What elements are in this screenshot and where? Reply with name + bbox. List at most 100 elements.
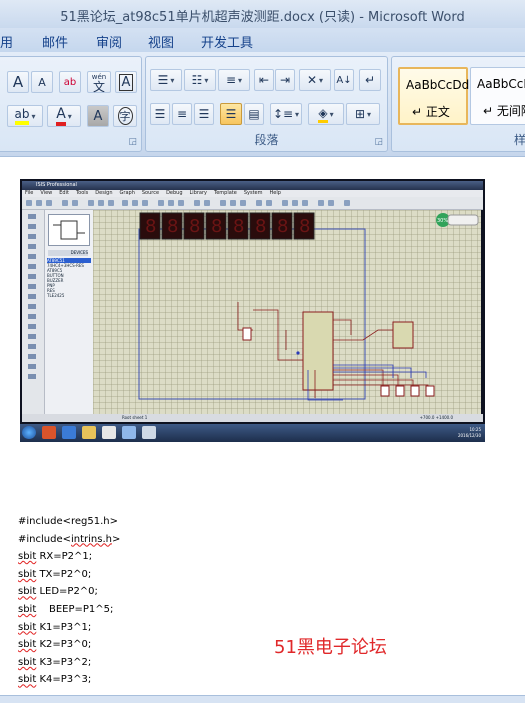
char-border-button[interactable]: A	[115, 71, 137, 93]
tool-icon	[28, 234, 36, 239]
title-bar: 51黑论坛_at98c51单片机超声波测距.docx (只读) - Micros…	[0, 0, 525, 28]
bullets-icon: ☰	[157, 73, 169, 87]
sheet-status: Root sheet 1	[122, 415, 148, 420]
line-spacing-icon: ↕≡	[272, 107, 294, 121]
tool-icon	[28, 214, 36, 219]
tool-icon	[26, 200, 32, 206]
sort-icon: A↓	[336, 74, 352, 86]
multilevel-list-button[interactable]: ≡ ▾	[218, 69, 250, 91]
tool-icon	[36, 200, 42, 206]
style-no-spacing-name: ↵ 无间隔	[483, 102, 525, 119]
chevron-down-icon: ▾	[319, 75, 324, 85]
phonetic-guide-button[interactable]: wén 文	[87, 71, 111, 93]
shading-button[interactable]: ◈ ▾	[308, 103, 344, 125]
style-normal[interactable]: AaBbCcDd ↵ 正文	[398, 67, 469, 125]
styles-group: AaBbCcDd ↵ 正文 AaBbCcD ↵ 无间隔 样	[391, 56, 525, 152]
code-line: sbit K3=P3^2;	[18, 656, 92, 668]
svg-text:8: 8	[145, 216, 156, 237]
distributed-icon: ▤	[248, 107, 260, 121]
chinese-layout-button[interactable]: ✕ ▾	[299, 69, 331, 91]
code-line: #include<intrins.h>	[18, 533, 121, 545]
clear-format-button[interactable]: ab	[59, 71, 81, 93]
chevron-down-icon: ▾	[67, 111, 72, 121]
highlight-button[interactable]: ab ▾	[7, 105, 43, 127]
tab-use[interactable]: 用	[0, 32, 13, 51]
decrease-indent-button[interactable]: ⇤	[254, 69, 274, 91]
tool-icon	[318, 200, 324, 206]
increase-indent-button[interactable]: ⇥	[275, 69, 295, 91]
show-marks-button[interactable]: ↵	[359, 69, 381, 91]
borders-button[interactable]: ⊞ ▾	[346, 103, 380, 125]
paragraph-group-label: 段落	[254, 133, 279, 147]
line-spacing-button[interactable]: ↕≡ ▾	[270, 103, 302, 125]
code-line: sbit K2=P3^0;	[18, 639, 92, 651]
isis-taskbar-icon	[122, 426, 136, 439]
phonetic-guide-icon: wén 文	[91, 73, 107, 94]
tab-mailings[interactable]: 邮件	[42, 32, 68, 51]
code-line: sbit LED=P2^0;	[18, 586, 98, 598]
tool-icon	[28, 284, 36, 289]
shrink-font-button[interactable]: A	[31, 71, 53, 93]
font-color-icon: A	[56, 106, 66, 126]
sensor-module	[392, 321, 414, 349]
document-page[interactable]: ISIS Professional File View Edit Tools Desig…	[0, 157, 525, 703]
style-no-spacing-label: 无间隔	[496, 104, 525, 118]
start-orb-icon	[22, 426, 36, 439]
distributed-button[interactable]: ▤	[244, 103, 264, 125]
browser-icon	[62, 426, 76, 439]
tool-icon	[142, 200, 148, 206]
tool-icon	[28, 294, 36, 299]
watermark-text: 51黑电子论坛	[274, 637, 387, 658]
tab-review[interactable]: 审阅	[96, 32, 122, 51]
svg-text:8: 8	[299, 216, 310, 237]
ribbon-tabs: 用 邮件 审阅 视图 开发工具	[0, 28, 525, 52]
windows-taskbar: 10:25 2016/12/30	[20, 424, 485, 442]
tab-view[interactable]: 视图	[148, 32, 174, 51]
sort-button[interactable]: A↓	[334, 69, 354, 91]
tool-icon	[204, 200, 210, 206]
isis-status-bar: Root sheet 1 +700.0 +1400.0	[22, 414, 483, 422]
isis-overview-preview	[48, 214, 90, 246]
justify-button[interactable]: ☰	[220, 103, 242, 125]
tool-icon	[122, 200, 128, 206]
align-right-button[interactable]: ☰	[194, 103, 214, 125]
grow-font-button[interactable]: A	[7, 71, 29, 93]
tool-icon	[230, 200, 236, 206]
bullets-button[interactable]: ☰ ▾	[150, 69, 182, 91]
tool-icon	[28, 374, 36, 379]
style-normal-name: ↵ 正文	[412, 105, 450, 119]
zoom-badge: 30%	[437, 218, 448, 224]
cursor-coords: +700.0 +1400.0	[419, 415, 453, 420]
isis-title-bar: ISIS Professional	[22, 181, 483, 190]
font-color-button[interactable]: A ▾	[47, 105, 81, 127]
ribbon: A A ab wén 文 A ab ▾ A ▾ A 字 ◲ ☰ ▾ ☷ ▾ ≡ ▾ ⇤ …	[0, 52, 525, 157]
tool-icon	[178, 200, 184, 206]
tool-icon	[158, 200, 164, 206]
style-no-spacing[interactable]: AaBbCcD ↵ 无间隔	[470, 67, 525, 125]
chevron-down-icon: ▾	[204, 75, 209, 85]
window-title: 51黑论坛_at98c51单片机超声波测距.docx (只读) - Micros…	[60, 10, 465, 25]
tool-icon	[28, 254, 36, 259]
font-dialog-launcher-icon[interactable]: ◲	[128, 137, 137, 147]
tool-icon	[240, 200, 246, 206]
decrease-indent-icon: ⇤	[258, 73, 270, 87]
char-shading-button[interactable]: A	[87, 105, 109, 127]
mcu-chip	[302, 311, 334, 391]
isis-left-toolbar	[22, 210, 44, 414]
tab-developer[interactable]: 开发工具	[201, 32, 253, 51]
tool-icon	[46, 200, 52, 206]
char-shading-icon: A	[93, 108, 103, 124]
chinese-layout-icon: ✕	[306, 73, 318, 87]
isis-menu-item: Help	[269, 190, 281, 196]
device-list: AT89C51 74HC4+3HCS-RES AT89C5 BUTTON BUZ…	[47, 258, 91, 298]
preview-chip-icon	[53, 220, 85, 240]
align-center-button[interactable]: ≡	[172, 103, 192, 125]
align-left-button[interactable]: ☰	[150, 103, 170, 125]
numbering-button[interactable]: ☷ ▾	[184, 69, 216, 91]
paragraph-dialog-launcher-icon[interactable]: ◲	[374, 137, 383, 147]
tool-icon	[28, 274, 36, 279]
align-left-icon: ☰	[154, 107, 166, 121]
folder-icon	[82, 426, 96, 439]
enclose-char-button[interactable]: 字	[113, 105, 137, 127]
isis-menu-item: Design	[95, 190, 113, 196]
